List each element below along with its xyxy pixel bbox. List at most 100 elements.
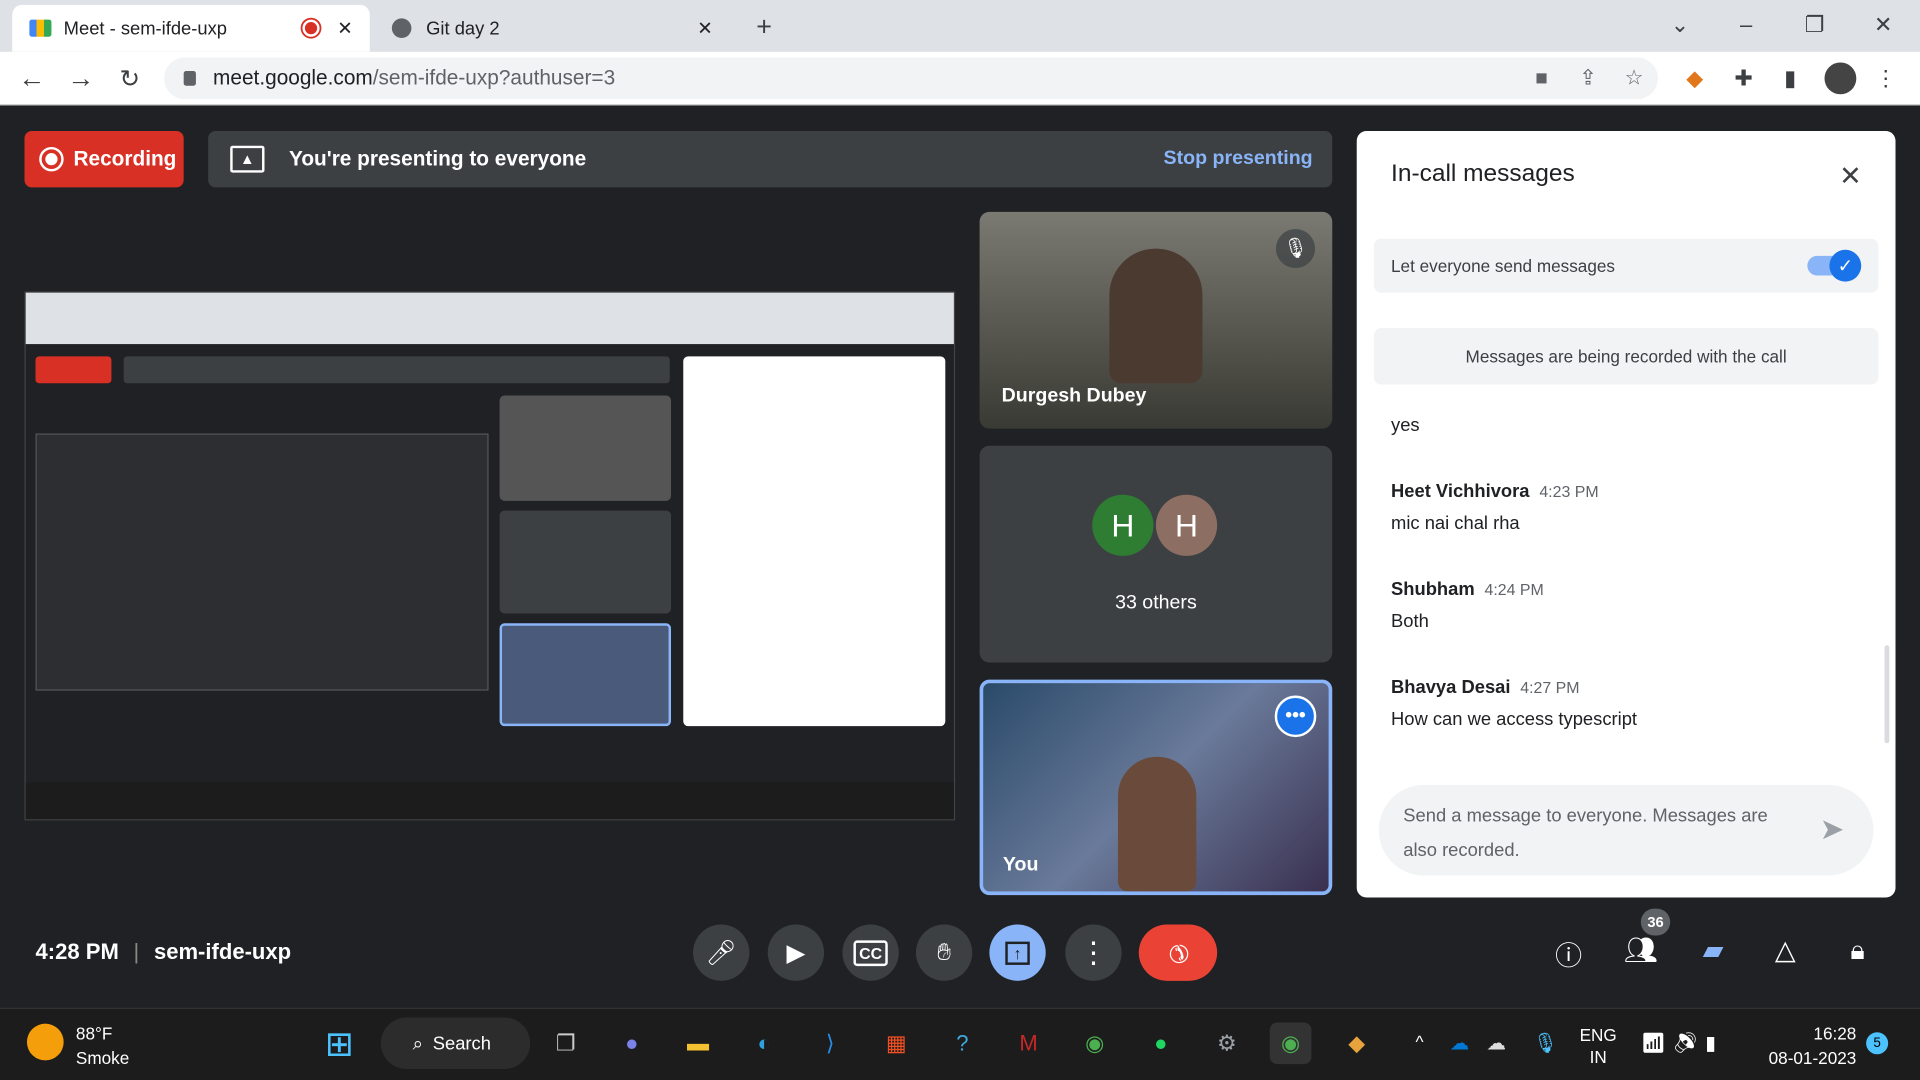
message-input[interactable]: Send a message to everyone. Messages are… — [1378, 784, 1874, 876]
stop-presenting-button[interactable]: Stop presenting — [1164, 148, 1313, 170]
more-vert-icon: ⋮ — [1078, 936, 1109, 970]
others-count-label: 33 others — [1115, 592, 1197, 614]
microsoft-store-icon[interactable]: ▦ — [876, 1022, 918, 1064]
teams-chat-icon[interactable]: ● — [611, 1022, 653, 1064]
microphone-in-use-icon[interactable]: 🎙︎ — [1533, 1031, 1558, 1055]
microphone-button[interactable]: 🎤︎ — [693, 924, 750, 981]
chat-message-text: Both — [1391, 611, 1429, 632]
present-screen-icon: ▲ — [230, 145, 265, 173]
preview-browser-chrome — [25, 292, 954, 345]
profile-avatar[interactable] — [1824, 62, 1857, 95]
url-path: /sem-ifde-uxp?authuser=3 — [372, 66, 616, 90]
back-button[interactable]: ← — [17, 62, 46, 93]
weather-widget[interactable]: 88°F Smoke — [76, 1021, 129, 1070]
mcafee-icon[interactable]: M — [1008, 1022, 1050, 1064]
people-icon[interactable]: 👥︎ — [1622, 934, 1659, 966]
close-panel-button[interactable]: ✕ — [1839, 160, 1862, 192]
metamask-extension-icon[interactable]: ◆ — [1680, 64, 1709, 93]
browser-tab-bar: Meet - sem-ifde-uxp ✕ Git day 2 ✕ + ⌄ – … — [0, 0, 1920, 52]
raise-hand-button[interactable]: ✋︎ — [915, 924, 973, 981]
side-panel-icon[interactable]: ▮ — [1776, 64, 1805, 93]
tab-git-day-2[interactable]: Git day 2 ✕ — [375, 5, 730, 52]
share-icon[interactable]: ⇪ — [1579, 66, 1596, 90]
onedrive-personal-icon[interactable]: ☁ — [1487, 1031, 1507, 1055]
clock-date: 08-01-2023 — [1768, 1048, 1857, 1068]
forward-button[interactable]: → — [66, 62, 95, 93]
system-clock[interactable]: 16:28 08-01-2023 — [1761, 1021, 1857, 1070]
host-controls-icon[interactable]: 🔒︎ — [1839, 934, 1876, 966]
restore-button[interactable]: ❐ — [1800, 10, 1829, 39]
chat-scrollbar[interactable] — [1884, 645, 1890, 744]
language-indicator[interactable]: ENG IN — [1580, 1024, 1617, 1068]
recording-badge[interactable]: Recording — [24, 131, 184, 188]
camera-button[interactable]: ▶︎ — [767, 924, 825, 981]
more-options-icon[interactable]: ••• — [1274, 695, 1317, 738]
git-app-icon[interactable]: ◆ — [1336, 1022, 1378, 1064]
more-options-button[interactable]: ⋮ — [1065, 924, 1122, 981]
activities-icon[interactable]: △ — [1767, 934, 1804, 966]
tab-meet[interactable]: Meet - sem-ifde-uxp ✕ — [12, 4, 370, 52]
message-time: 4:27 PM — [1520, 678, 1580, 697]
tab-title: Git day 2 — [426, 17, 500, 39]
preview-tile-you — [499, 623, 672, 727]
self-tile[interactable]: ••• You — [979, 679, 1333, 896]
leave-call-button[interactable]: ✆ — [1138, 924, 1218, 981]
avatar: H — [1155, 494, 1218, 556]
address-bar-row: ← → ↻ meet.google.com/sem-ifde-uxp?authu… — [0, 51, 1920, 106]
get-help-icon[interactable]: ? — [942, 1022, 984, 1064]
tab-title: Meet - sem-ifde-uxp — [63, 17, 227, 39]
captions-button[interactable]: CC — [842, 924, 899, 981]
present-button[interactable]: ↑ — [989, 924, 1046, 981]
tab-search-chevron-icon[interactable]: ⌄ — [1665, 10, 1694, 39]
video-icon: ▶︎ — [786, 939, 806, 967]
close-tab-icon[interactable]: ✕ — [337, 17, 352, 39]
panel-title: In-call messages — [1391, 160, 1575, 188]
participant-video — [1109, 248, 1203, 384]
url-host: meet.google.com — [213, 66, 373, 90]
close-tab-icon[interactable]: ✕ — [697, 17, 712, 39]
self-video — [1117, 756, 1197, 892]
others-tile[interactable]: H H 33 others — [979, 445, 1333, 663]
extensions-puzzle-icon[interactable]: ✚ — [1729, 64, 1758, 93]
muted-mic-icon: 🎙 — [1275, 228, 1316, 269]
participant-tile-durgesh[interactable]: 🎙 Durgesh Dubey — [979, 211, 1333, 429]
chrome-profile-active-icon[interactable]: ◉ — [1269, 1022, 1312, 1065]
url-input[interactable]: meet.google.com/sem-ifde-uxp?authuser=3 … — [164, 57, 1658, 100]
camera-icon[interactable]: ■ — [1535, 66, 1548, 90]
send-icon[interactable]: ➤ — [1820, 812, 1845, 848]
edge-icon[interactable]: ◐ — [743, 1022, 785, 1064]
network-volume-battery-icons[interactable]: 📶︎🔊︎▮ — [1641, 1031, 1724, 1055]
recording-icon — [39, 146, 64, 172]
taskbar-search-button[interactable]: ⌕ Search — [380, 1017, 531, 1069]
start-windows-icon[interactable]: ⊞ — [318, 1022, 360, 1064]
chrome-icon[interactable]: ◉ — [1074, 1022, 1116, 1064]
settings-gear-icon[interactable]: ⚙ — [1206, 1022, 1248, 1064]
chat-icon[interactable]: ▰ — [1695, 934, 1732, 966]
self-name: You — [1002, 854, 1039, 876]
reload-button[interactable]: ↻ — [115, 64, 144, 93]
task-view-icon[interactable]: ❐ — [545, 1022, 587, 1064]
bookmark-star-icon[interactable]: ☆ — [1625, 66, 1644, 90]
language-code: ENG — [1579, 1024, 1617, 1045]
globe-icon — [391, 18, 412, 38]
hang-up-icon: ✆ — [1160, 935, 1195, 970]
file-explorer-icon[interactable]: ▬ — [677, 1022, 719, 1064]
notification-badge[interactable]: 5 — [1866, 1032, 1889, 1055]
new-tab-button[interactable]: + — [747, 10, 781, 44]
weather-icon[interactable] — [26, 1023, 64, 1061]
close-window-button[interactable]: ✕ — [1869, 10, 1898, 39]
clock-time: 16:28 — [1813, 1023, 1857, 1044]
divider: | — [133, 939, 140, 964]
presented-screen-preview — [24, 291, 956, 821]
chat-message: Bhavya Desai 4:27 PM How can we access ty… — [1391, 677, 1637, 730]
spotify-icon[interactable]: ● — [1140, 1022, 1182, 1064]
browser-menu-icon[interactable]: ⋮ — [1873, 64, 1897, 93]
minimize-button[interactable]: – — [1731, 10, 1760, 39]
show-hidden-icons-chevron[interactable]: ^ — [1416, 1032, 1424, 1052]
onedrive-icon[interactable]: ☁ — [1450, 1031, 1470, 1055]
chat-message: Shubham 4:24 PM Both — [1391, 579, 1544, 632]
messages-toggle[interactable]: ✓ — [1807, 249, 1862, 282]
vscode-icon[interactable]: ⟩ — [809, 1022, 851, 1064]
meeting-details-icon[interactable]: ⓘ — [1550, 934, 1587, 973]
weather-desc: Smoke — [75, 1048, 130, 1068]
